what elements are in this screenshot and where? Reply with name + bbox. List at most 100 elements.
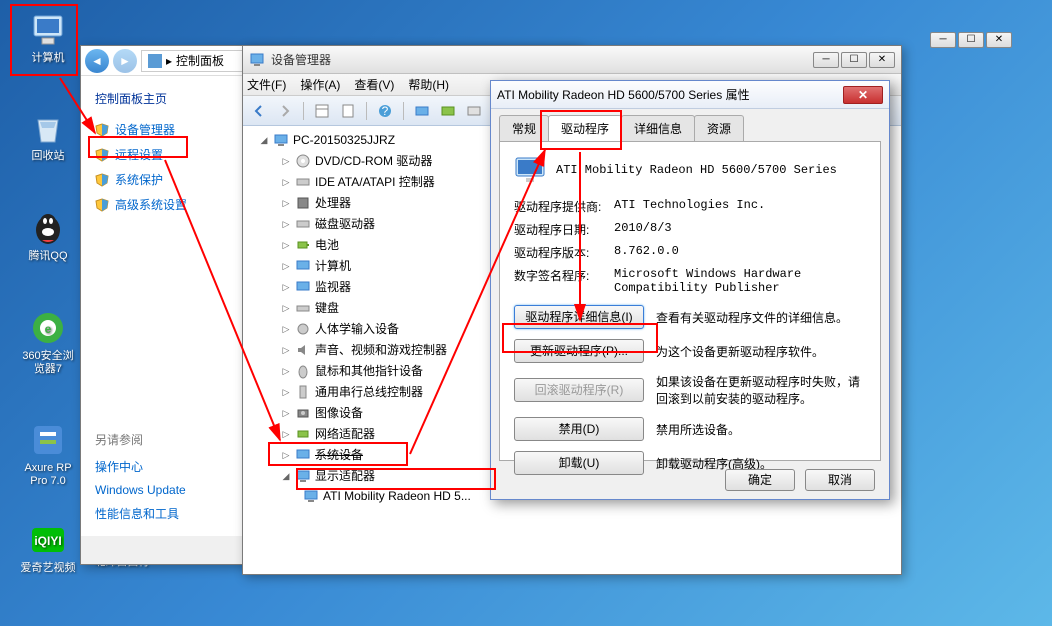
- imaging-icon: [295, 405, 311, 421]
- tree-label: 显示适配器: [315, 467, 375, 484]
- menu-view[interactable]: 查看(V): [354, 76, 394, 93]
- tree-label: 磁盘驱动器: [315, 215, 375, 232]
- see-also-heading: 另请参阅: [81, 417, 239, 454]
- rollback-desc: 如果该设备在更新驱动程序时失败，请回滚到以前安装的驱动程序。: [656, 373, 866, 407]
- cancel-button[interactable]: 取消: [805, 469, 875, 491]
- computer-icon: [295, 258, 311, 274]
- tree-label: 计算机: [315, 257, 351, 274]
- link-performance[interactable]: 性能信息和工具: [81, 501, 239, 526]
- desktop-icon-label: Axure RP Pro 7.0: [18, 462, 78, 488]
- sidebar-item-label: 系统保护: [115, 171, 163, 188]
- close-button[interactable]: ✕: [986, 32, 1012, 48]
- tab-driver[interactable]: 驱动程序: [548, 115, 622, 141]
- tb-props[interactable]: [338, 101, 358, 121]
- shield-icon: [95, 198, 109, 212]
- keyboard-icon: [295, 300, 311, 316]
- desktop-icon-axure[interactable]: Axure RP Pro 7.0: [18, 420, 78, 488]
- nav-forward-button[interactable]: ►: [113, 49, 137, 73]
- device-manager-icon: [249, 52, 265, 68]
- svg-text:?: ?: [382, 104, 389, 118]
- shield-icon: [95, 148, 109, 162]
- ide-icon: [295, 174, 311, 190]
- tree-label: 键盘: [315, 299, 339, 316]
- disk-icon: [295, 216, 311, 232]
- sound-icon: [295, 342, 311, 358]
- minimize-button[interactable]: ─: [813, 52, 839, 68]
- maximize-button[interactable]: ☐: [958, 32, 984, 48]
- computer-icon: [28, 10, 68, 50]
- svg-text:iQIYI: iQIYI: [34, 534, 61, 548]
- desktop-icon-computer[interactable]: 计算机: [18, 10, 78, 65]
- tb-help[interactable]: ?: [375, 101, 395, 121]
- tree-label: PC-20150325JJRZ: [293, 133, 395, 147]
- sidebar-item-advanced[interactable]: 高级系统设置: [81, 192, 239, 217]
- link-windows-update[interactable]: Windows Update: [81, 479, 239, 501]
- desktop-icon-recycle[interactable]: 回收站: [18, 108, 78, 163]
- desktop-icon-browser[interactable]: e 360安全浏览器7: [18, 308, 78, 376]
- minimize-button[interactable]: ─: [930, 32, 956, 48]
- tab-general[interactable]: 常规: [499, 115, 549, 141]
- link-action-center[interactable]: 操作中心: [81, 454, 239, 479]
- hid-icon: [295, 321, 311, 337]
- tb-view[interactable]: [312, 101, 332, 121]
- ok-button[interactable]: 确定: [725, 469, 795, 491]
- tree-label: 电池: [315, 236, 339, 253]
- date-value: 2010/8/3: [614, 221, 866, 238]
- uninstall-button[interactable]: 卸载(U): [514, 451, 644, 475]
- network-icon: [295, 426, 311, 442]
- menu-action[interactable]: 操作(A): [300, 76, 340, 93]
- tab-details[interactable]: 详细信息: [621, 115, 695, 141]
- desktop-icon-label: 计算机: [18, 52, 78, 65]
- shield-icon: [95, 123, 109, 137]
- provider-label: 驱动程序提供商:: [514, 198, 614, 215]
- control-panel-icon: [148, 54, 162, 68]
- qq-icon: [28, 208, 68, 248]
- sidebar-item-remote[interactable]: 远程设置: [81, 142, 239, 167]
- maximize-button[interactable]: ☐: [841, 52, 867, 68]
- tree-label: 通用串行总线控制器: [315, 383, 423, 400]
- axure-icon: [28, 420, 68, 460]
- tree-label: 人体学输入设备: [315, 320, 399, 337]
- window-title: 设备管理器: [271, 51, 813, 68]
- dvd-icon: [295, 153, 311, 169]
- shield-icon: [95, 173, 109, 187]
- desktop-icon-iqiyi[interactable]: iQIYI 爱奇艺视频: [18, 520, 78, 575]
- monitor-icon: [295, 279, 311, 295]
- tab-resources[interactable]: 资源: [694, 115, 744, 141]
- cp-sidebar-title: 控制面板主页: [81, 86, 239, 117]
- sidebar-item-device-manager[interactable]: 设备管理器: [81, 117, 239, 142]
- disable-button[interactable]: 禁用(D): [514, 417, 644, 441]
- provider-value: ATI Technologies Inc.: [614, 198, 866, 215]
- tree-label: 声音、视频和游戏控制器: [315, 341, 447, 358]
- tb-update[interactable]: [438, 101, 458, 121]
- tree-label: 图像设备: [315, 404, 363, 421]
- tree-label: 鼠标和其他指针设备: [315, 362, 423, 379]
- tree-label: ATI Mobility Radeon HD 5...: [323, 489, 471, 503]
- menu-file[interactable]: 文件(F): [247, 76, 286, 93]
- sidebar-item-protection[interactable]: 系统保护: [81, 167, 239, 192]
- tb-scan[interactable]: [412, 101, 432, 121]
- system-icon: [295, 447, 311, 463]
- close-button[interactable]: ✕: [843, 86, 883, 104]
- svg-text:e: e: [45, 322, 52, 336]
- nav-back-button[interactable]: ◄: [85, 49, 109, 73]
- tb-forward[interactable]: [275, 101, 295, 121]
- usb-icon: [295, 384, 311, 400]
- desktop-icon-label: 腾讯QQ: [18, 250, 78, 263]
- driver-details-button[interactable]: 驱动程序详细信息(I): [514, 305, 644, 329]
- breadcrumb-text: 控制面板: [176, 52, 224, 69]
- battery-icon: [295, 237, 311, 253]
- menu-help[interactable]: 帮助(H): [408, 76, 449, 93]
- tree-label: IDE ATA/ATAPI 控制器: [315, 173, 435, 190]
- date-label: 驱动程序日期:: [514, 221, 614, 238]
- cpu-icon: [295, 195, 311, 211]
- tb-uninstall[interactable]: [464, 101, 484, 121]
- tb-back[interactable]: [249, 101, 269, 121]
- desktop-icon-qq[interactable]: 腾讯QQ: [18, 208, 78, 263]
- rollback-driver-button[interactable]: 回滚驱动程序(R): [514, 378, 644, 402]
- device-name: ATI Mobility Radeon HD 5600/5700 Series: [556, 163, 837, 177]
- version-label: 驱动程序版本:: [514, 244, 614, 261]
- dm-titlebar: 设备管理器 ─ ☐ ✕: [243, 46, 901, 74]
- update-driver-button[interactable]: 更新驱动程序(P)...: [514, 339, 644, 363]
- close-button[interactable]: ✕: [869, 52, 895, 68]
